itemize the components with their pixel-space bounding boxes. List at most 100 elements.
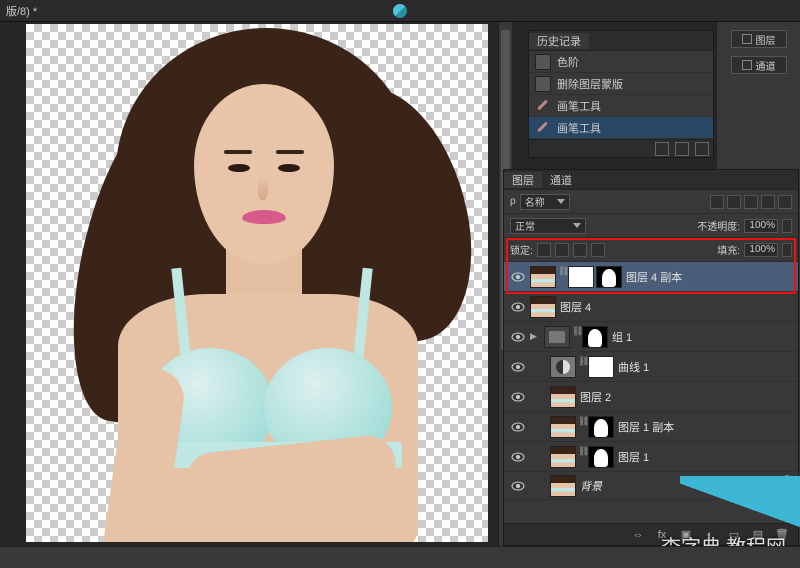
blend-mode-value: 正常 (515, 218, 535, 233)
layer-thumbnails: ⛓ (530, 266, 622, 288)
opacity-slider-icon[interactable] (782, 219, 792, 233)
layer-thumbnails (550, 475, 576, 497)
layer-thumbnail[interactable] (550, 475, 576, 497)
brush-icon (535, 120, 551, 136)
filter-smart-icon[interactable] (778, 195, 792, 209)
layer-thumbnail[interactable] (550, 416, 576, 438)
filter-shape-icon[interactable] (761, 195, 775, 209)
layer-name[interactable]: 图层 1 (618, 449, 649, 465)
levels-icon (535, 54, 551, 70)
opacity-label: 不透明度: (697, 218, 740, 233)
status-bar (0, 546, 800, 568)
collapsed-layers-label: 图层 (756, 32, 776, 47)
layer-row[interactable]: 图层 2 (504, 382, 798, 412)
history-footer (529, 139, 713, 157)
layer-row[interactable]: 图层 4 (504, 292, 798, 322)
group-twisty-icon[interactable]: ▶ (530, 331, 540, 342)
visibility-eye-icon[interactable] (510, 422, 526, 432)
layer-thumbnail[interactable] (530, 266, 556, 288)
filter-kind-value: 名称 (525, 194, 545, 209)
history-panel: 历史记录 色阶删除图层蒙版画笔工具画笔工具 (528, 30, 714, 158)
layer-filter-row: ρ 名称 (504, 190, 798, 214)
history-item[interactable]: 画笔工具 (529, 95, 713, 117)
visibility-eye-icon[interactable] (510, 452, 526, 462)
opacity-input[interactable] (744, 219, 778, 233)
layer-row[interactable]: ▶ ⛓ 组 1 (504, 322, 798, 352)
visibility-eye-icon[interactable] (510, 481, 526, 491)
visibility-eye-icon[interactable] (510, 362, 526, 372)
layer-name[interactable]: 图层 4 (560, 299, 591, 315)
mask-thumbnail[interactable] (588, 416, 614, 438)
layer-thumbnail[interactable] (550, 386, 576, 408)
layer-thumbnails (550, 386, 576, 408)
visibility-eye-icon[interactable] (510, 332, 526, 342)
history-item-label: 删除图层蒙版 (557, 76, 623, 92)
history-item-label: 色阶 (557, 54, 579, 70)
layer-name[interactable]: 图层 2 (580, 389, 611, 405)
layer-name[interactable]: 组 1 (612, 329, 632, 345)
history-list: 色阶删除图层蒙版画笔工具画笔工具 (529, 51, 713, 139)
history-new-snapshot-icon[interactable] (655, 142, 669, 156)
history-menu-icon[interactable] (695, 142, 709, 156)
history-item[interactable]: 删除图层蒙版 (529, 73, 713, 95)
layer-name[interactable]: 图层 1 副本 (618, 419, 674, 435)
brush-icon (535, 98, 551, 114)
layer-name[interactable]: 曲线 1 (618, 359, 649, 375)
filter-kind-dropdown[interactable]: 名称 (520, 194, 570, 210)
collapsed-channels-button[interactable]: 通道 (731, 56, 787, 74)
canvas-image (26, 24, 488, 542)
blend-opacity-row: 正常 不透明度: (504, 214, 798, 238)
adjustment-icon[interactable] (550, 356, 576, 378)
link-layers-icon[interactable]: ⇔ (630, 527, 646, 543)
layer-row[interactable]: ⛓曲线 1 (504, 352, 798, 382)
history-item-label: 画笔工具 (557, 120, 601, 136)
document-tab[interactable]: 版/8) * (6, 3, 37, 19)
history-item-label: 画笔工具 (557, 98, 601, 114)
link-icon: ⛓ (578, 416, 586, 430)
blend-mode-dropdown[interactable]: 正常 (510, 218, 586, 234)
layer-thumbnails: ⛓ (550, 416, 614, 438)
filter-type-icon[interactable] (744, 195, 758, 209)
layer-thumbnail[interactable] (530, 296, 556, 318)
layer-thumbnail[interactable] (550, 446, 576, 468)
layer-row[interactable]: ⛓ 图层 1 副本 (504, 412, 798, 442)
canvas-viewport[interactable] (18, 22, 512, 546)
mask-thumbnail[interactable] (596, 266, 622, 288)
filter-pixel-icon[interactable] (710, 195, 724, 209)
layers-panel-tabs: 图层 通道 (504, 170, 798, 190)
collapsed-layers-button[interactable]: 图层 (731, 30, 787, 48)
link-icon: ⛓ (572, 326, 580, 340)
mask-thumbnail[interactable] (588, 446, 614, 468)
filter-type-icons (710, 195, 792, 209)
document-tab-bar: 版/8) * (0, 0, 800, 22)
history-delete-icon[interactable] (675, 142, 689, 156)
history-item[interactable]: 色阶 (529, 51, 713, 73)
visibility-eye-icon[interactable] (510, 392, 526, 402)
document-canvas[interactable] (26, 24, 488, 542)
visibility-eye-icon[interactable] (510, 302, 526, 312)
history-panel-tabs: 历史记录 (529, 31, 713, 51)
layer-thumbnails: ⛓ (550, 356, 614, 378)
chevron-down-icon (573, 223, 581, 228)
history-item[interactable]: 画笔工具 (529, 117, 713, 139)
chevron-down-icon (557, 199, 565, 204)
folder-icon[interactable] (544, 326, 570, 348)
layers-tab[interactable]: 图层 (504, 172, 542, 188)
filter-kind-label: ρ (510, 196, 516, 207)
layers-icon (742, 34, 752, 44)
layer-thumbnails: ⛓ (550, 446, 614, 468)
collapsed-channels-label: 通道 (756, 58, 776, 73)
link-icon: ⛓ (578, 446, 586, 460)
layer-thumbnails (530, 296, 556, 318)
ruler-gutter (0, 22, 18, 546)
history-tab[interactable]: 历史记录 (529, 33, 589, 49)
mask-thumbnail[interactable] (568, 266, 594, 288)
channels-icon (742, 60, 752, 70)
mask-thumbnail[interactable] (588, 356, 614, 378)
layer-name[interactable]: 背景 (580, 478, 602, 494)
filter-adjust-icon[interactable] (727, 195, 741, 209)
swatch-icon (535, 76, 551, 92)
layer-row[interactable]: ⛓ 图层 1 (504, 442, 798, 472)
mask-thumbnail[interactable] (582, 326, 608, 348)
channels-tab[interactable]: 通道 (542, 172, 580, 188)
